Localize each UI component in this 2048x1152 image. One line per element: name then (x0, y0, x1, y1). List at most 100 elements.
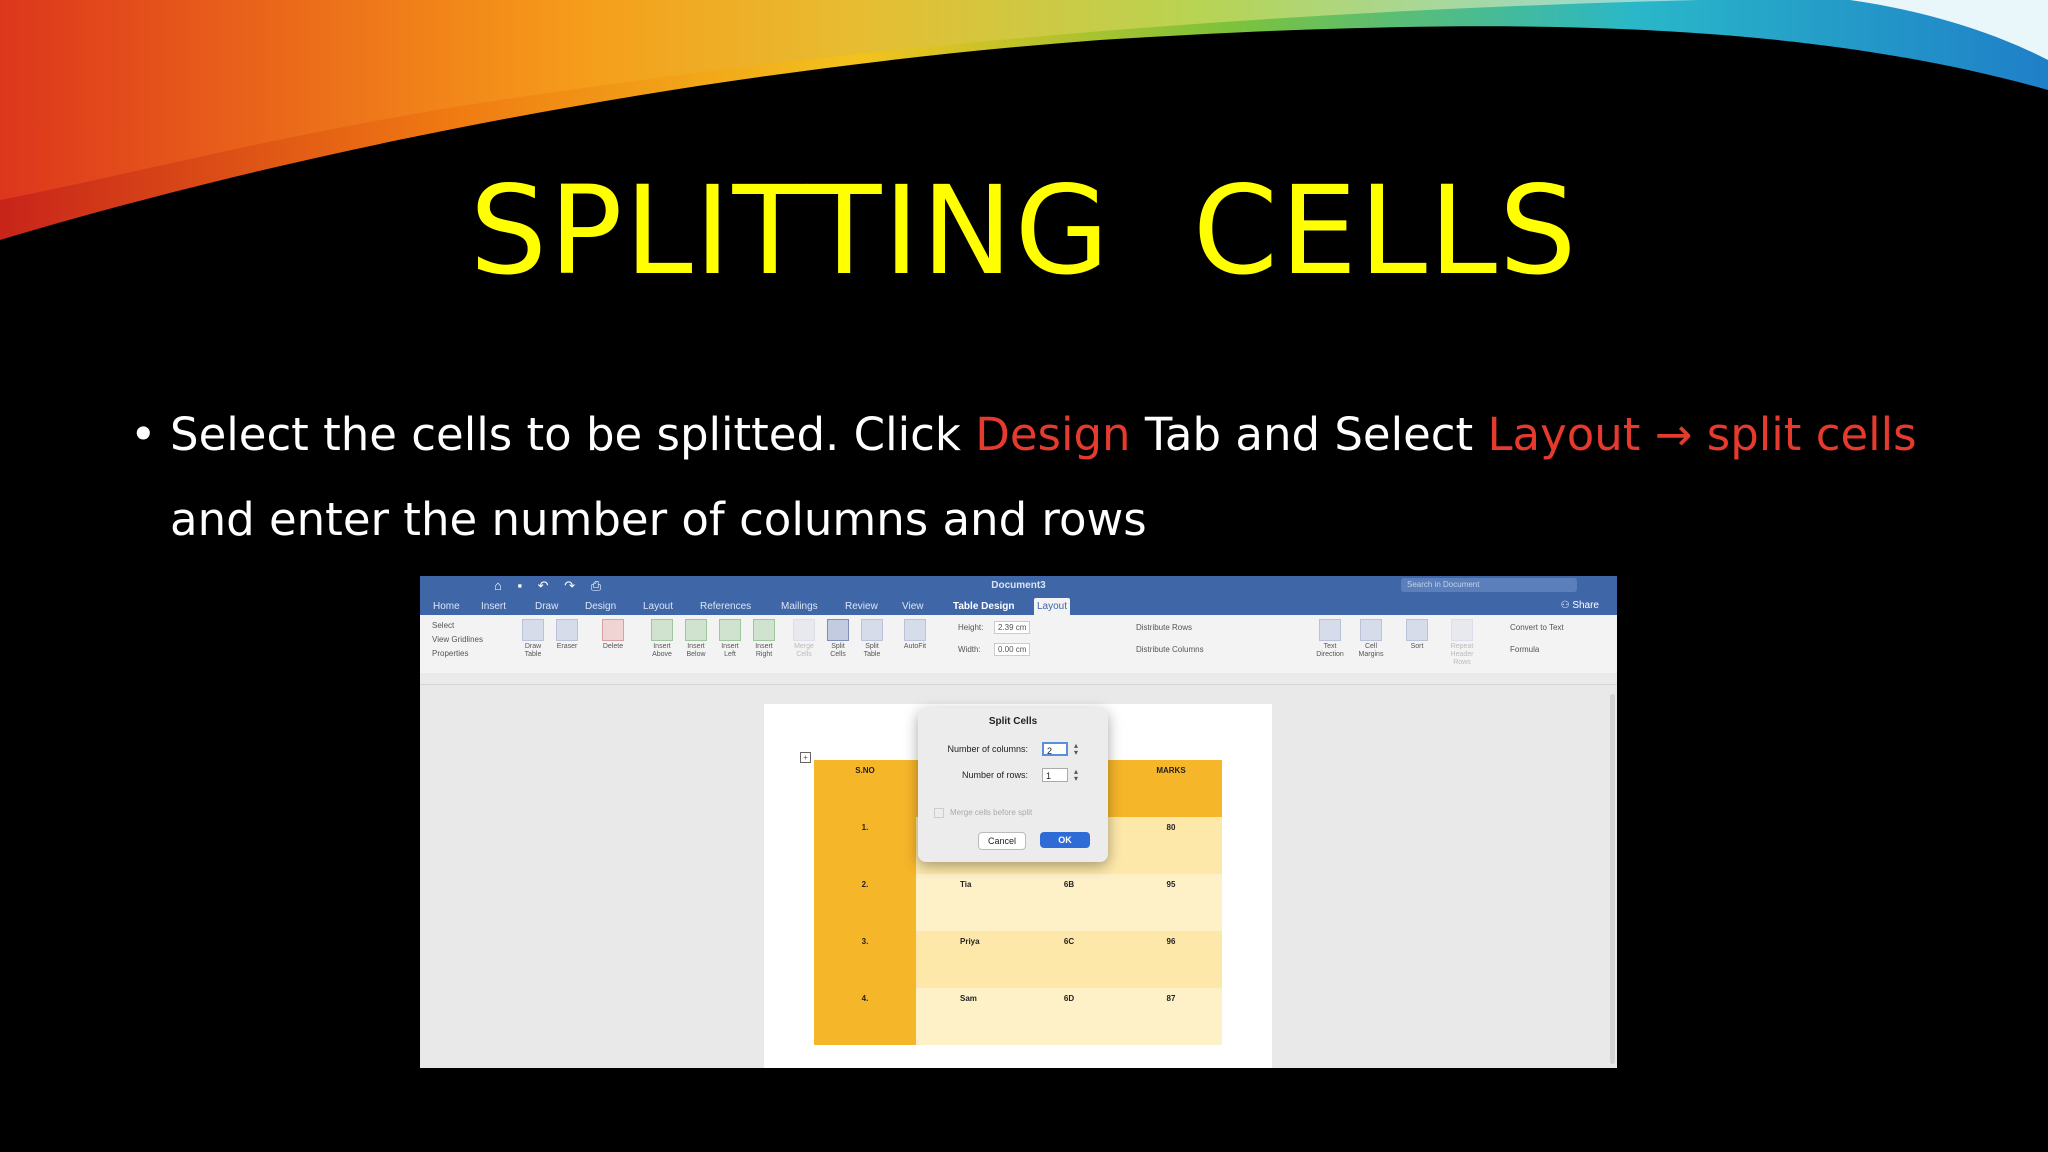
table-cell[interactable]: 2. (814, 874, 916, 931)
repeat-header-icon (1451, 619, 1473, 641)
formula-button[interactable]: Formula (1510, 645, 1539, 654)
search-input[interactable]: Search in Document (1401, 578, 1577, 592)
delete-table-icon (602, 619, 624, 641)
insert-left-button[interactable]: Insert Left (716, 619, 744, 659)
table-cell[interactable]: 3. (814, 931, 916, 988)
tab-design[interactable]: Design (582, 598, 619, 615)
columns-stepper[interactable]: ▴ ▾ (1074, 742, 1078, 757)
bullet-point: • Select the cells to be splitted. Click… (130, 392, 1930, 562)
insert-below-label: Insert Below (686, 643, 706, 658)
sort-button[interactable]: Sort (1404, 619, 1430, 651)
insert-below-icon (685, 619, 707, 641)
tab-references[interactable]: References (697, 598, 754, 615)
text-plain-2: Tab and Select (1130, 408, 1488, 461)
share-label: Share (1572, 600, 1599, 611)
tab-view[interactable]: View (899, 598, 927, 615)
insert-above-button[interactable]: Insert Above (648, 619, 676, 659)
table-cell[interactable]: Sam (916, 988, 1018, 1045)
properties-button[interactable]: Properties (432, 649, 468, 658)
ribbon-toolbar: Select View Gridlines Properties Draw Ta… (420, 615, 1617, 674)
columns-input[interactable]: 2 (1042, 742, 1068, 756)
cancel-button[interactable]: Cancel (978, 832, 1026, 850)
insert-above-icon (651, 619, 673, 641)
tab-review[interactable]: Review (842, 598, 881, 615)
rows-label: Number of rows: (961, 770, 1028, 780)
vertical-scrollbar[interactable] (1610, 694, 1615, 1064)
insert-below-button[interactable]: Insert Below (682, 619, 710, 659)
dialog-title: Split Cells (988, 716, 1038, 727)
table-cell[interactable]: 4. (814, 988, 916, 1045)
text-design: Design (975, 408, 1131, 461)
draw-table-button[interactable]: Draw Table (520, 619, 546, 659)
split-table-button[interactable]: Split Table (858, 619, 886, 659)
tab-mailings[interactable]: Mailings (778, 598, 821, 615)
merge-cells-label: Merge Cells (794, 643, 814, 658)
cell-margins-label: Cell Margins (1358, 643, 1384, 658)
table-cell[interactable]: Priya (916, 931, 1018, 988)
split-table-label: Split Table (863, 643, 881, 658)
table-row: 3. Priya 6C 96 (814, 931, 1222, 988)
repeat-header-rows-button[interactable]: Repeat Header Rows (1442, 619, 1482, 667)
rows-stepper[interactable]: ▴ ▾ (1074, 768, 1078, 783)
checkbox-box (934, 808, 944, 818)
share-button[interactable]: ⚇ Share (1561, 600, 1599, 611)
tab-table-layout[interactable]: Layout (1034, 598, 1071, 615)
text-plain-3: and enter the number of columns and rows (170, 493, 1147, 546)
ok-button[interactable]: OK (1040, 832, 1090, 848)
cell-margins-button[interactable]: Cell Margins (1354, 619, 1388, 659)
table-cell[interactable]: 87 (1120, 988, 1222, 1045)
split-cells-dialog: Split Cells Number of columns: 2 ▴ ▾ Numb… (918, 708, 1108, 862)
table-cell[interactable]: 80 (1120, 817, 1222, 874)
tab-table-design[interactable]: Table Design (950, 598, 1018, 615)
table-cell[interactable]: 1. (814, 817, 916, 874)
text-layout: Layout (1487, 408, 1641, 461)
convert-to-text-button[interactable]: Convert to Text (1510, 623, 1564, 632)
insert-right-label: Insert Right (755, 643, 773, 658)
table-cell[interactable]: S.NO (814, 760, 916, 817)
merge-cells-icon (793, 619, 815, 641)
text-split-cells: split cells (1706, 408, 1917, 461)
distribute-rows-button[interactable]: Distribute Rows (1136, 623, 1192, 632)
merge-cells-button[interactable]: Merge Cells (790, 619, 818, 659)
table-cell[interactable]: 6C (1018, 931, 1120, 988)
merge-cells-checkbox[interactable]: Merge cells before split (934, 808, 1032, 818)
tab-home[interactable]: Home (430, 598, 463, 615)
table-cell[interactable]: 6D (1018, 988, 1120, 1045)
word-screenshot: ⌂ ▪ ↶ ↷ ⎙ Document3 Search in Document H… (420, 576, 1617, 1068)
autofit-button[interactable]: AutoFit (900, 619, 930, 651)
width-input[interactable]: 0.00 cm (994, 643, 1031, 656)
table-cell[interactable]: 95 (1120, 874, 1222, 931)
delete-label: Delete (602, 643, 624, 650)
height-input[interactable]: 2.39 cm (994, 621, 1031, 634)
pencil-icon (522, 619, 544, 641)
repeat-header-label: Repeat Header Rows (1450, 643, 1474, 666)
cell-margins-icon (1360, 619, 1382, 641)
merge-cells-label: Merge cells before split (950, 808, 1033, 818)
text-direction-label: Text Direction (1316, 643, 1344, 658)
table-cell[interactable]: 96 (1120, 931, 1222, 988)
eraser-button[interactable]: Eraser (554, 619, 580, 651)
select-button[interactable]: Select (432, 621, 454, 630)
split-cells-label: Split Cells (830, 643, 846, 658)
tab-layout[interactable]: Layout (640, 598, 676, 615)
view-gridlines-button[interactable]: View Gridlines (432, 635, 483, 644)
insert-right-button[interactable]: Insert Right (750, 619, 778, 659)
insert-right-icon (753, 619, 775, 641)
delete-button[interactable]: Delete (598, 619, 628, 651)
table-move-handle-icon[interactable]: + (800, 752, 811, 763)
tab-draw[interactable]: Draw (532, 598, 561, 615)
distribute-columns-button[interactable]: Distribute Columns (1136, 645, 1204, 654)
table-cell[interactable]: Tia (916, 874, 1018, 931)
draw-table-label: Draw Table (524, 643, 542, 658)
insert-left-label: Insert Left (721, 643, 739, 658)
split-cells-button[interactable]: Split Cells (824, 619, 852, 659)
table-cell[interactable]: 6B (1018, 874, 1120, 931)
horizontal-ruler[interactable] (420, 673, 1617, 685)
text-direction-button[interactable]: Text Direction (1310, 619, 1350, 659)
insert-left-icon (719, 619, 741, 641)
eraser-label: Eraser (556, 643, 578, 650)
table-cell[interactable]: MARKS (1120, 760, 1222, 817)
tab-insert[interactable]: Insert (478, 598, 509, 615)
rows-input[interactable]: 1 (1042, 768, 1068, 782)
bullet-symbol: • (130, 408, 157, 461)
